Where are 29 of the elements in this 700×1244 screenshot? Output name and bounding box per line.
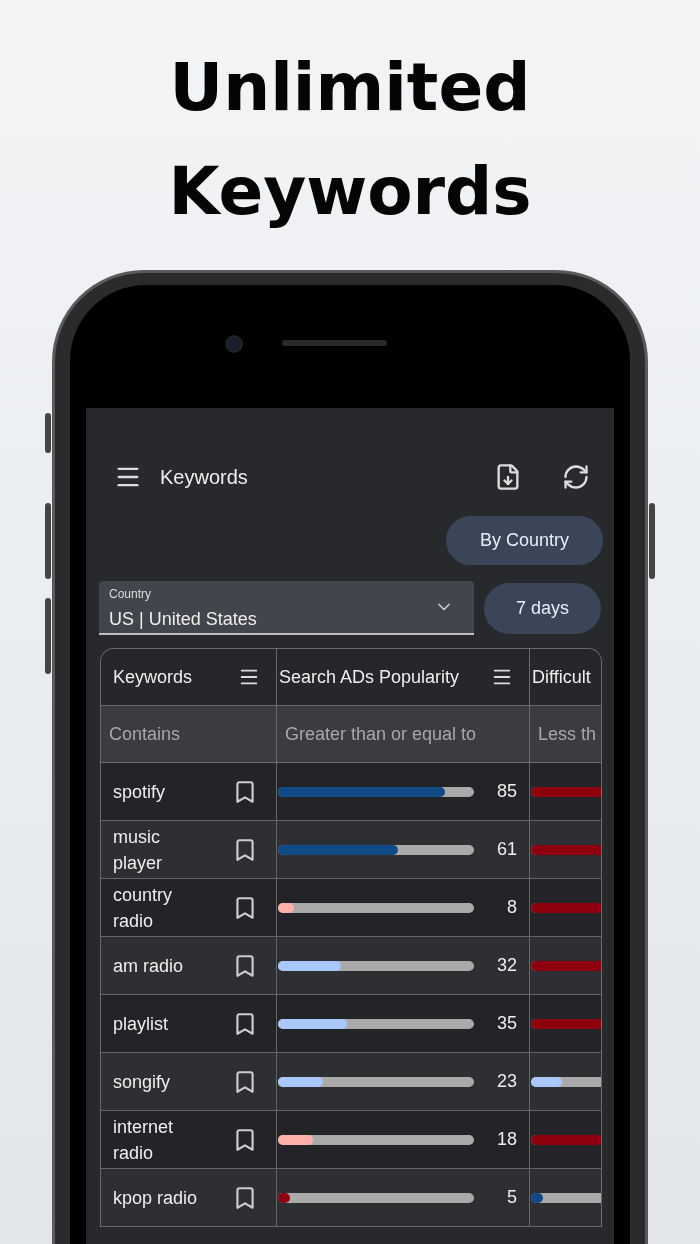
popularity-value: 85 bbox=[495, 781, 517, 802]
column-header[interactable]: Search ADs Popularity bbox=[277, 649, 530, 706]
column-header[interactable]: Difficult bbox=[530, 649, 601, 706]
popularity-value: 8 bbox=[506, 897, 517, 918]
keyword-text: songify bbox=[113, 1070, 172, 1094]
column-header[interactable]: Keywords bbox=[101, 649, 277, 706]
period-button[interactable]: 7 days bbox=[484, 582, 601, 634]
filter-field[interactable]: Less th bbox=[530, 706, 601, 763]
refresh-icon[interactable] bbox=[562, 463, 590, 491]
keyword-text: spotify bbox=[113, 780, 167, 804]
country-select[interactable]: Country US | United States bbox=[99, 581, 474, 635]
keyword-text: kpop radio bbox=[113, 1186, 199, 1210]
keyword-text: playlist bbox=[113, 1012, 170, 1036]
keyword-text: internet radio bbox=[113, 1115, 175, 1165]
keyword-text: country radio bbox=[113, 883, 174, 933]
popularity-value: 61 bbox=[495, 839, 517, 860]
popularity-value: 32 bbox=[495, 955, 517, 976]
camera-icon bbox=[225, 335, 243, 353]
speaker-icon bbox=[282, 340, 387, 346]
app-title: Keywords bbox=[160, 465, 249, 489]
filter-field[interactable]: Contains bbox=[101, 706, 277, 763]
by-country-button[interactable]: By Country bbox=[446, 516, 603, 565]
headline: Unlimited Keywords bbox=[167, 48, 533, 232]
popularity-value: 5 bbox=[506, 1187, 517, 1208]
keyword-text: am radio bbox=[113, 954, 185, 978]
popularity-value: 23 bbox=[495, 1071, 517, 1092]
popularity-value: 18 bbox=[495, 1129, 517, 1150]
filter-field[interactable]: Greater than or equal to bbox=[277, 706, 530, 763]
popularity-value: 35 bbox=[495, 1013, 517, 1034]
